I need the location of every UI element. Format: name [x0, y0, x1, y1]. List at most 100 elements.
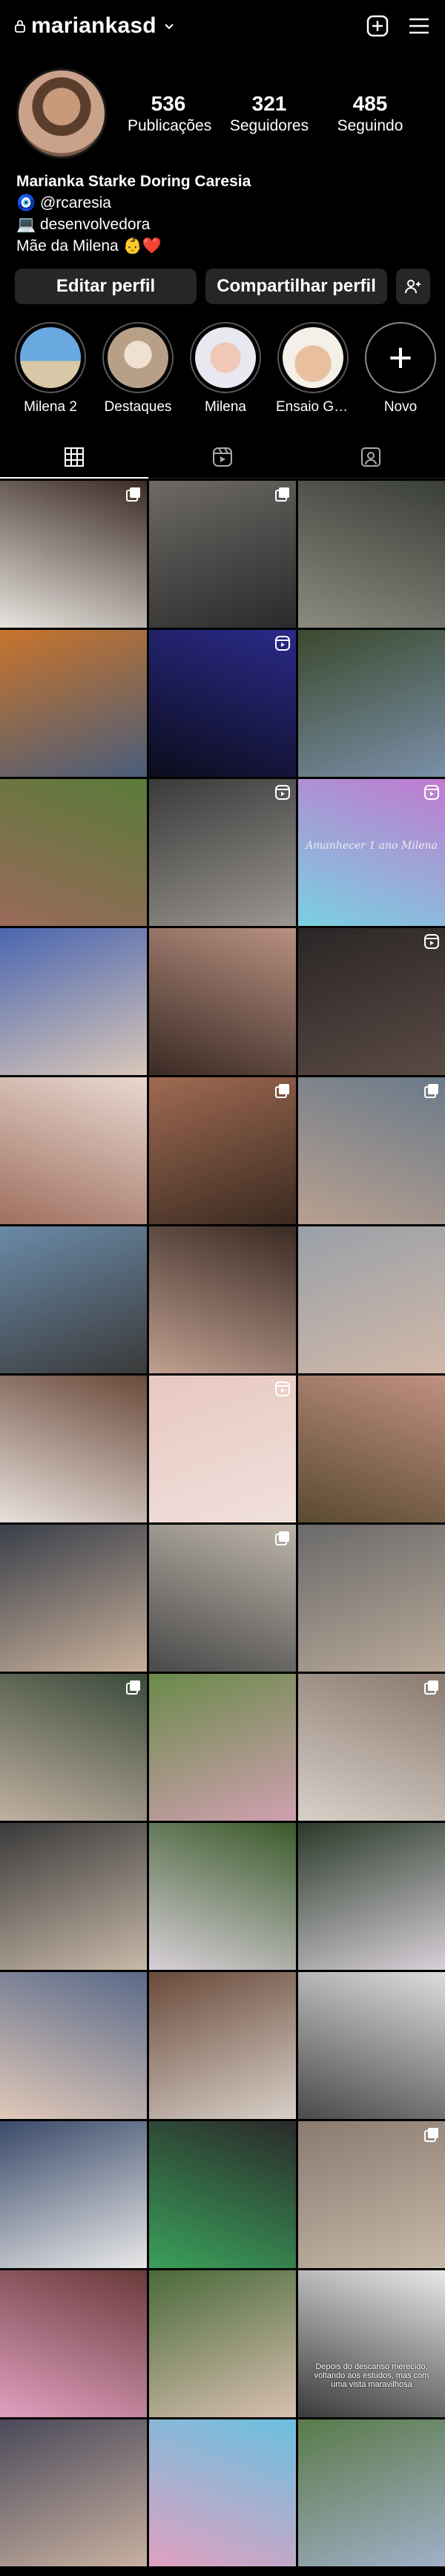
post-thumbnail[interactable]: [149, 2121, 296, 2268]
chevron-down-icon[interactable]: [164, 19, 174, 34]
tab-reels[interactable]: [148, 436, 297, 478]
profile-tabs: [0, 436, 445, 479]
post-thumbnail[interactable]: [0, 481, 147, 628]
reel-icon: [424, 785, 439, 800]
post-thumbnail[interactable]: [149, 1674, 296, 1821]
highlight-item[interactable]: Milena: [188, 322, 263, 433]
post-thumbnail[interactable]: [149, 1823, 296, 1970]
highlight-cover: [20, 327, 81, 388]
post-thumbnail[interactable]: [0, 2121, 147, 2268]
post-thumbnail[interactable]: [149, 779, 296, 926]
carousel-icon: [275, 487, 290, 502]
post-thumbnail[interactable]: [0, 1972, 147, 2119]
post-thumbnail[interactable]: [149, 481, 296, 628]
post-thumbnail[interactable]: [0, 2419, 147, 2566]
post-thumbnail[interactable]: [149, 630, 296, 777]
post-thumbnail[interactable]: [298, 1823, 445, 1970]
top-bar: mariankasd: [0, 0, 445, 52]
post-thumbnail[interactable]: [0, 2270, 147, 2417]
posts-grid: Amanhecer 1 ano Milena Depois do descanso…: [0, 481, 445, 2566]
add-person-icon: [405, 280, 421, 294]
tab-posts[interactable]: [0, 436, 148, 479]
post-thumbnail[interactable]: [298, 2121, 445, 2268]
edit-profile-button[interactable]: Editar perfil: [15, 269, 197, 304]
stat-label: Seguindo: [337, 117, 403, 134]
carousel-icon: [275, 1083, 290, 1098]
stat-label: Publicações: [128, 117, 212, 134]
post-thumbnail[interactable]: [298, 2419, 445, 2566]
post-thumbnail[interactable]: [149, 1077, 296, 1224]
post-thumbnail[interactable]: [298, 1674, 445, 1821]
post-thumbnail[interactable]: [298, 1226, 445, 1373]
highlight-label: Destaques: [104, 399, 172, 415]
profile-stats: 536 Publicações 321 Seguidores 485 Segui…: [128, 92, 411, 135]
post-thumbnail[interactable]: Amanhecer 1 ano Milena: [298, 779, 445, 926]
reel-icon: [424, 934, 439, 949]
post-thumbnail[interactable]: [149, 1226, 296, 1373]
post-thumbnail[interactable]: [0, 1077, 147, 1224]
bio-mention-link[interactable]: 🧿 @rcaresia: [16, 192, 429, 214]
highlight-label: Novo: [383, 399, 418, 415]
post-thumbnail[interactable]: [298, 1972, 445, 2119]
post-thumbnail[interactable]: [0, 1823, 147, 1970]
profile-header: 536 Publicações 321 Seguidores 485 Segui…: [0, 52, 445, 162]
highlight-ring: +: [365, 322, 436, 393]
stat-count: 536: [151, 92, 186, 115]
post-thumbnail[interactable]: [0, 1525, 147, 1672]
highlight-ring: [15, 322, 86, 393]
carousel-icon: [424, 2127, 439, 2142]
lock-icon: [15, 20, 25, 33]
highlight-ring: [190, 322, 261, 393]
discover-people-button[interactable]: [396, 269, 430, 304]
new-highlight[interactable]: + Novo: [363, 322, 438, 433]
tab-tagged[interactable]: [297, 436, 445, 478]
carousel-icon: [424, 1083, 439, 1098]
post-thumbnail[interactable]: [298, 481, 445, 628]
bio-line: Mãe da Milena 👶❤️: [16, 237, 162, 254]
post-thumbnail[interactable]: [0, 928, 147, 1075]
bio: Marianka Starke Doring Caresia 🧿 @rcares…: [0, 162, 445, 257]
post-thumbnail[interactable]: [298, 1077, 445, 1224]
stat-count: 321: [251, 92, 287, 115]
menu-icon[interactable]: [406, 13, 432, 39]
highlight-ring: [102, 322, 174, 393]
post-caption-overlay: Depois do descanso merecido, voltando ao…: [314, 2362, 429, 2389]
post-thumbnail[interactable]: [298, 1525, 445, 1672]
highlight-cover: [108, 327, 168, 388]
post-thumbnail[interactable]: [149, 1376, 296, 1522]
highlight-cover: [195, 327, 256, 388]
highlight-label: Ensaio Gest...: [276, 399, 350, 415]
post-thumbnail[interactable]: [0, 630, 147, 777]
highlight-item[interactable]: Destaques: [101, 322, 175, 433]
post-thumbnail[interactable]: [0, 779, 147, 926]
post-thumbnail[interactable]: [149, 2419, 296, 2566]
post-thumbnail[interactable]: [149, 1972, 296, 2119]
highlight-item[interactable]: Milena 2: [13, 322, 88, 433]
stat-posts[interactable]: 536 Publicações: [128, 92, 212, 135]
story-highlights: Milena 2 Destaques Milena Ensaio Gest...…: [0, 304, 445, 433]
post-thumbnail[interactable]: [0, 1226, 147, 1373]
post-thumbnail[interactable]: [149, 928, 296, 1075]
grid-icon: [65, 447, 84, 467]
stat-followers[interactable]: 321 Seguidores: [228, 92, 310, 135]
create-icon[interactable]: [365, 13, 390, 39]
post-thumbnail[interactable]: [298, 928, 445, 1075]
avatar[interactable]: [16, 68, 107, 159]
post-thumbnail[interactable]: [149, 2270, 296, 2417]
stat-count: 485: [352, 92, 388, 115]
reels-icon: [213, 447, 232, 467]
share-profile-button[interactable]: Compartilhar perfil: [205, 269, 388, 304]
post-thumbnail[interactable]: [149, 1525, 296, 1672]
post-thumbnail[interactable]: [298, 630, 445, 777]
highlight-item[interactable]: Ensaio Gest...: [276, 322, 350, 433]
username[interactable]: mariankasd: [31, 13, 156, 39]
post-thumbnail[interactable]: [298, 1376, 445, 1522]
highlight-label: Milena: [205, 399, 246, 415]
post-thumbnail[interactable]: Depois do descanso merecido, voltando ao…: [298, 2270, 445, 2417]
reel-icon: [275, 785, 290, 800]
stat-following[interactable]: 485 Seguindo: [329, 92, 411, 135]
bio-line: 💻 desenvolvedora: [16, 216, 151, 233]
post-thumbnail[interactable]: [0, 1674, 147, 1821]
carousel-icon: [126, 1680, 141, 1695]
post-thumbnail[interactable]: [0, 1376, 147, 1522]
